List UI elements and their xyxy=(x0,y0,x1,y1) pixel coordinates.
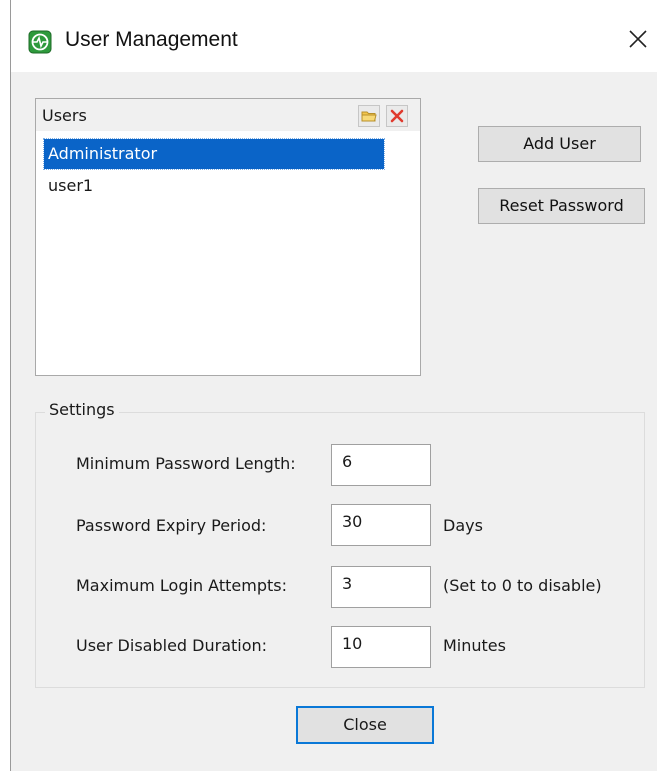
max-login-attempts-input[interactable]: 3 xyxy=(331,566,431,608)
list-item[interactable]: Administrator xyxy=(43,138,385,170)
user-disabled-duration-label: User Disabled Duration: xyxy=(76,636,268,655)
password-expiry-input[interactable]: 30 xyxy=(331,504,431,546)
close-button[interactable]: Close xyxy=(296,706,434,744)
delete-user-button[interactable] xyxy=(386,105,408,127)
user-disabled-duration-input[interactable]: 10 xyxy=(331,626,431,668)
app-logo-icon xyxy=(28,30,52,54)
password-expiry-label: Password Expiry Period: xyxy=(76,516,267,535)
min-password-length-input[interactable]: 6 xyxy=(331,444,431,486)
reset-password-button[interactable]: Reset Password xyxy=(478,188,645,224)
close-icon[interactable] xyxy=(625,26,651,52)
list-item[interactable]: user1 xyxy=(44,171,384,201)
max-login-attempts-label: Maximum Login Attempts: xyxy=(76,576,287,595)
users-list-header: Users xyxy=(36,99,420,131)
users-list-title: Users xyxy=(42,106,87,125)
user-disabled-duration-unit: Minutes xyxy=(443,636,506,655)
user-management-dialog: User Management Users Administrator user… xyxy=(10,0,657,771)
add-user-folder-button[interactable] xyxy=(358,105,380,127)
max-login-attempts-hint: (Set to 0 to disable) xyxy=(443,576,602,595)
settings-group-title: Settings xyxy=(45,400,119,419)
open-folder-icon xyxy=(361,111,377,122)
title-bar[interactable]: User Management xyxy=(11,0,657,72)
window-title: User Management xyxy=(65,28,238,51)
users-list-panel: Users Administrator user1 xyxy=(35,98,421,376)
add-user-button[interactable]: Add User xyxy=(478,126,641,162)
password-expiry-unit: Days xyxy=(443,516,483,535)
delete-x-icon xyxy=(390,109,404,123)
min-password-length-label: Minimum Password Length: xyxy=(76,454,296,473)
